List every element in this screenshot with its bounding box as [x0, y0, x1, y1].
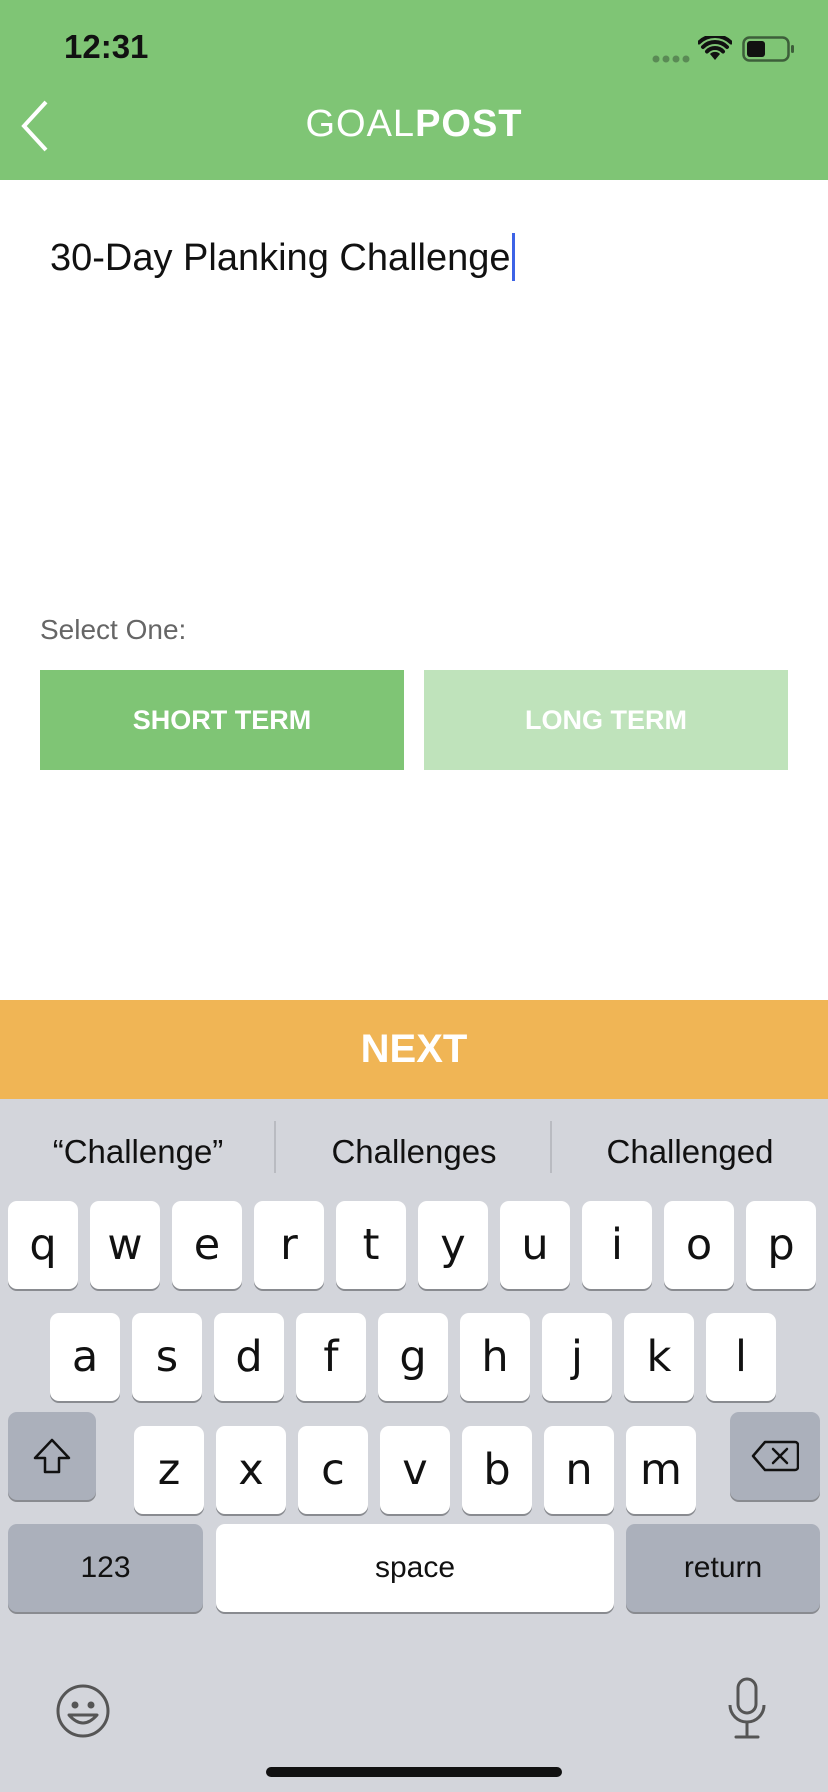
app-header: 12:31 GOALPOST	[0, 0, 828, 180]
key-m[interactable]: m	[626, 1426, 696, 1514]
key-f[interactable]: f	[296, 1313, 366, 1401]
key-g[interactable]: g	[378, 1313, 448, 1401]
key-y[interactable]: y	[418, 1201, 488, 1289]
key-p[interactable]: p	[746, 1201, 816, 1289]
brand-title-light: GOAL	[305, 103, 416, 145]
shift-icon	[33, 1438, 71, 1474]
key-t[interactable]: t	[336, 1201, 406, 1289]
key-c[interactable]: c	[298, 1426, 368, 1514]
keyboard: “Challenge” Challenges Challenged qwerty…	[0, 1099, 828, 1792]
goal-title-input[interactable]: 30-Day Planking Challenge	[50, 233, 515, 284]
key-v[interactable]: v	[380, 1426, 450, 1514]
emoji-icon[interactable]	[55, 1683, 111, 1739]
key-x[interactable]: x	[216, 1426, 286, 1514]
key-w[interactable]: w	[90, 1201, 160, 1289]
suggestion-2[interactable]: Challenges	[276, 1127, 552, 1177]
status-time: 12:31	[64, 28, 149, 65]
short-term-button[interactable]: SHORT TERM	[40, 670, 404, 770]
home-indicator[interactable]	[266, 1767, 562, 1777]
key-d[interactable]: d	[214, 1313, 284, 1401]
key-h[interactable]: h	[460, 1313, 530, 1401]
cellular-signal-icon	[652, 55, 690, 63]
return-key[interactable]: return	[626, 1524, 820, 1612]
text-cursor	[511, 233, 515, 281]
key-z[interactable]: z	[134, 1426, 204, 1514]
key-j[interactable]: j	[542, 1313, 612, 1401]
delete-icon	[751, 1440, 799, 1472]
key-s[interactable]: s	[132, 1313, 202, 1401]
microphone-icon[interactable]	[724, 1677, 770, 1741]
key-q[interactable]: q	[8, 1201, 78, 1289]
suggestion-1[interactable]: “Challenge”	[0, 1127, 276, 1177]
long-term-button[interactable]: LONG TERM	[424, 670, 788, 770]
key-k[interactable]: k	[624, 1313, 694, 1401]
numbers-key[interactable]: 123	[8, 1524, 203, 1612]
goal-title-text: 30-Day Planking Challenge	[50, 237, 511, 280]
battery-icon	[742, 36, 794, 62]
key-r[interactable]: r	[254, 1201, 324, 1289]
wifi-icon	[698, 36, 732, 60]
key-o[interactable]: o	[664, 1201, 734, 1289]
key-n[interactable]: n	[544, 1426, 614, 1514]
key-e[interactable]: e	[172, 1201, 242, 1289]
shift-key[interactable]	[8, 1412, 96, 1500]
brand-title-bold: POST	[415, 103, 523, 145]
key-u[interactable]: u	[500, 1201, 570, 1289]
suggestion-3[interactable]: Challenged	[552, 1127, 828, 1177]
key-l[interactable]: l	[706, 1313, 776, 1401]
key-b[interactable]: b	[462, 1426, 532, 1514]
next-button[interactable]: NEXT	[0, 1000, 828, 1099]
key-i[interactable]: i	[582, 1201, 652, 1289]
select-one-label: Select One:	[40, 614, 187, 645]
delete-key[interactable]	[730, 1412, 820, 1500]
space-key[interactable]: space	[216, 1524, 614, 1612]
key-a[interactable]: a	[50, 1313, 120, 1401]
app-brand-title: GOALPOST	[0, 103, 828, 146]
